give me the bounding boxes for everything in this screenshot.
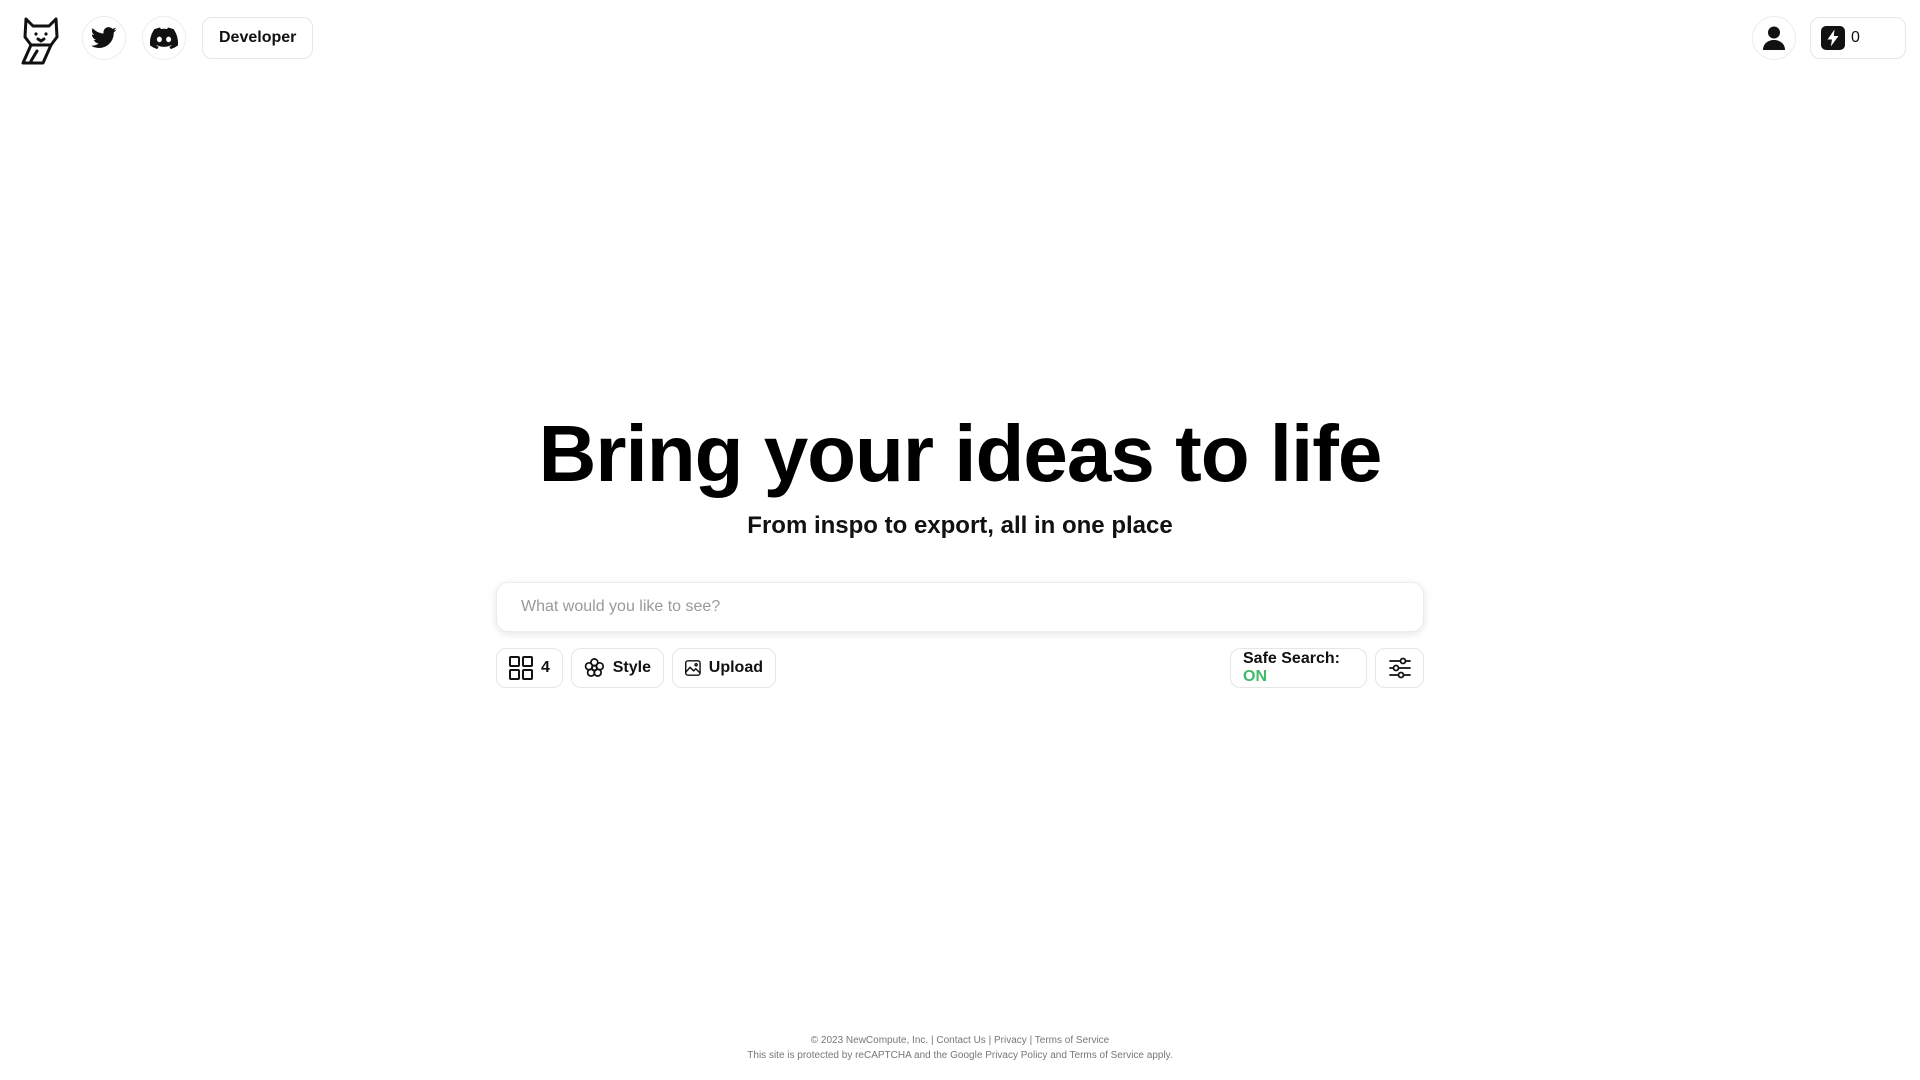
google-privacy-link[interactable]: Privacy Policy (985, 1050, 1047, 1061)
developer-button[interactable]: Developer (202, 17, 314, 59)
page: Developer 0 Bring your ideas to life Fro… (0, 0, 1920, 1080)
search-input[interactable] (497, 583, 1423, 631)
safe-search-state: ON (1243, 668, 1267, 685)
style-label: Style (612, 659, 651, 676)
safe-search-label: Safe Search: (1243, 650, 1340, 667)
hero-subtitle: From inspo to export, all in one place (747, 512, 1173, 539)
safe-search-toggle[interactable]: Safe Search: ON (1230, 648, 1367, 688)
image-count-button[interactable]: 4 (496, 648, 563, 688)
twitter-button[interactable] (82, 16, 126, 60)
twitter-icon (91, 27, 117, 48)
footer-copyright: © 2023 NewCompute, Inc. (810, 1035, 929, 1046)
search-box (496, 582, 1424, 632)
flower-icon (584, 658, 605, 677)
image-icon (685, 660, 701, 676)
recaptcha-notice: This site is protected by reCAPTCHA and … (747, 1050, 1173, 1061)
hero-title: Bring your ideas to life (538, 409, 1383, 498)
google-terms-link[interactable]: Terms of Service (1070, 1050, 1144, 1061)
sliders-icon (1388, 657, 1411, 679)
terms-link[interactable]: Terms of Service (1035, 1035, 1109, 1046)
image-count-value: 4 (541, 659, 550, 676)
privacy-link[interactable]: Privacy (994, 1035, 1027, 1046)
grid-icon (509, 656, 533, 680)
style-button[interactable]: Style (571, 648, 664, 688)
account-button[interactable] (1752, 16, 1796, 60)
discord-icon (150, 27, 178, 49)
credits-button[interactable]: 0 (1810, 17, 1906, 59)
upload-label: Upload (708, 659, 763, 676)
lightning-icon (1821, 26, 1845, 50)
credits-count: 0 (1851, 29, 1860, 46)
contact-link[interactable]: Contact Us (936, 1035, 985, 1046)
upload-button[interactable]: Upload (672, 648, 776, 688)
discord-button[interactable] (142, 16, 186, 60)
fox-logo-icon[interactable] (16, 14, 66, 68)
filters-button[interactable] (1375, 648, 1424, 688)
developer-label: Developer (219, 29, 297, 46)
footer-links: © 2023 NewCompute, Inc. | Contact Us | P… (810, 1035, 1110, 1046)
user-icon (1763, 26, 1785, 50)
